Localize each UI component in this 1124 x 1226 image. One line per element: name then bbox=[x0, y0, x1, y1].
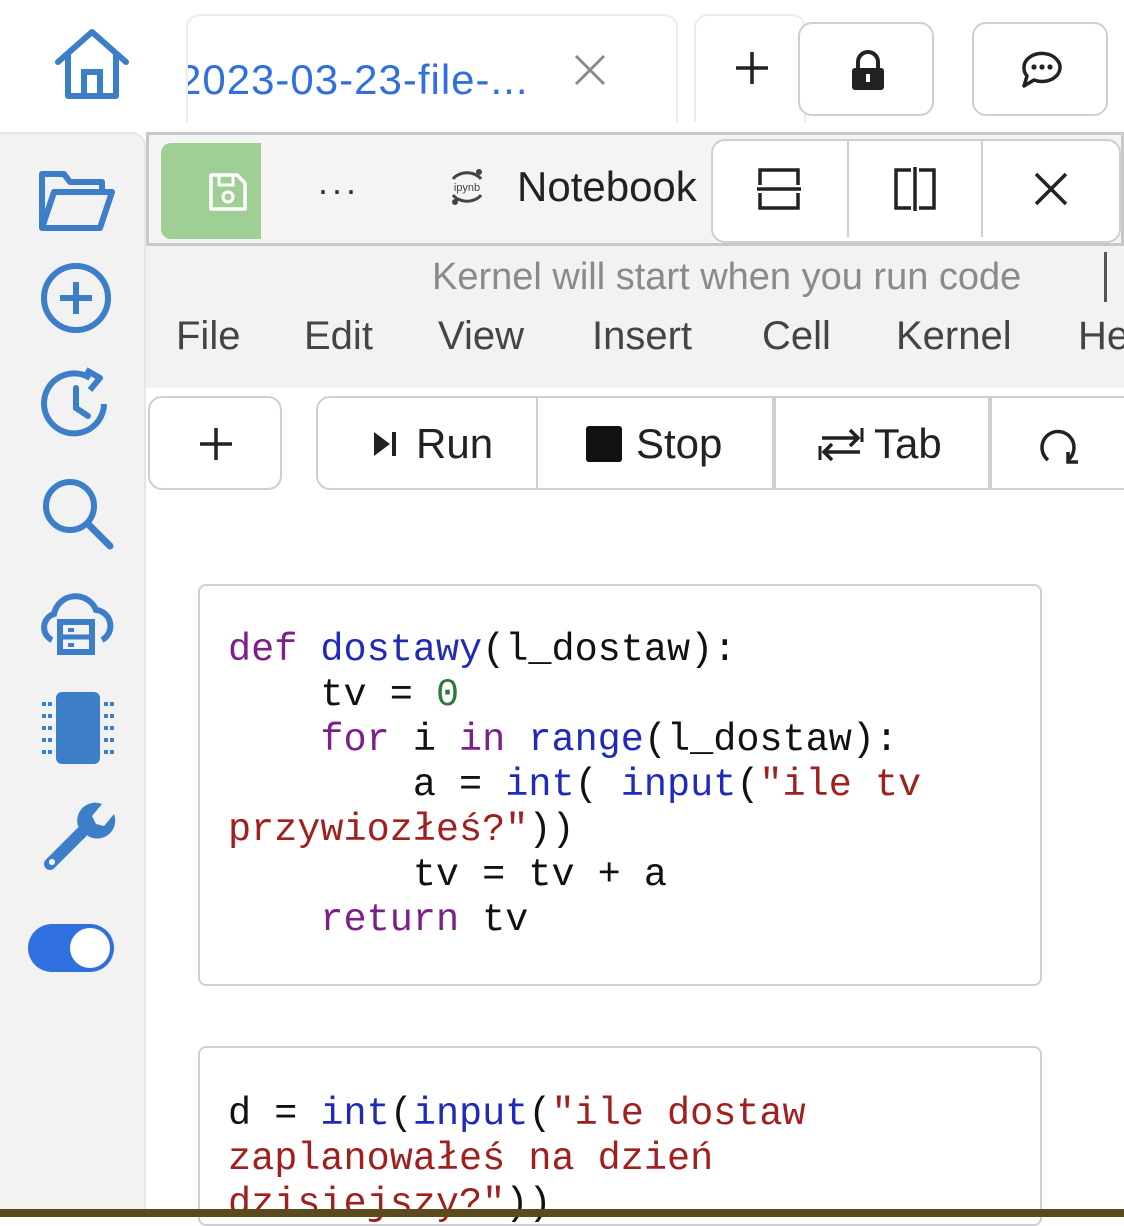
folder-open-icon[interactable] bbox=[38, 158, 116, 236]
svg-text:ipynb: ipynb bbox=[454, 182, 480, 194]
restart-icon bbox=[1040, 429, 1078, 464]
close-icon[interactable] bbox=[572, 52, 608, 88]
window-bottom-edge bbox=[0, 1209, 1124, 1217]
menu-area: Kernel will start when you run code File… bbox=[146, 246, 1124, 388]
tab-arrows-icon bbox=[818, 428, 864, 462]
tab-notebook-file[interactable]: 2023-03-23-file-... bbox=[186, 14, 678, 122]
history-icon[interactable] bbox=[38, 366, 116, 444]
stop-button[interactable]: Stop bbox=[538, 396, 774, 490]
chat-button[interactable] bbox=[972, 22, 1108, 116]
code-cell[interactable]: def dostawy(l_dostaw): tv = 0 for i in r… bbox=[198, 584, 1042, 986]
split-vertical-icon bbox=[894, 167, 936, 211]
cursor-divider bbox=[1104, 252, 1107, 302]
menu-kernel[interactable]: Kernel bbox=[896, 314, 1012, 359]
chat-icon bbox=[1022, 51, 1062, 88]
tab-title: 2023-03-23-file-... bbox=[186, 56, 529, 103]
tab-button[interactable]: Tab bbox=[774, 396, 990, 490]
menu-edit[interactable]: Edit bbox=[304, 314, 373, 359]
split-horizontal-icon bbox=[757, 168, 801, 210]
tab-label: Tab bbox=[874, 420, 942, 467]
menu-file[interactable]: File bbox=[176, 314, 240, 359]
plus-icon bbox=[200, 428, 232, 460]
theme-toggle[interactable] bbox=[28, 924, 114, 972]
wrench-icon[interactable] bbox=[38, 796, 116, 874]
stop-label: Stop bbox=[636, 420, 723, 467]
view-button-group bbox=[711, 139, 1121, 243]
run-icon bbox=[374, 432, 396, 456]
toggle-knob bbox=[70, 928, 110, 968]
home-icon[interactable] bbox=[52, 26, 132, 102]
lock-icon bbox=[852, 50, 884, 90]
kernel-status: Kernel will start when you run code bbox=[432, 256, 1022, 298]
save-icon bbox=[209, 173, 247, 211]
stop-icon bbox=[586, 426, 622, 462]
code-cell[interactable]: d = int(input("ile dostaw zaplanowałeś n… bbox=[198, 1046, 1042, 1226]
new-tab-button[interactable] bbox=[694, 14, 806, 122]
notebook-toolbar: ··· ipynb Notebook bbox=[146, 132, 1124, 246]
notebook-label: Notebook bbox=[517, 163, 697, 210]
search-icon[interactable] bbox=[38, 474, 116, 552]
run-button[interactable]: Run bbox=[316, 396, 538, 490]
add-cell-button[interactable] bbox=[148, 396, 282, 490]
menu-view[interactable]: View bbox=[438, 314, 524, 359]
split-vertical-button[interactable] bbox=[847, 141, 983, 237]
add-circle-icon[interactable] bbox=[38, 258, 116, 336]
more-button[interactable]: ··· bbox=[317, 169, 359, 211]
split-horizontal-button[interactable] bbox=[713, 141, 847, 237]
menu-help[interactable]: He bbox=[1078, 314, 1124, 359]
close-panel-button[interactable] bbox=[981, 141, 1117, 237]
code-content[interactable]: def dostawy(l_dostaw): tv = 0 for i in r… bbox=[228, 628, 921, 943]
sidebar bbox=[0, 132, 146, 1212]
close-icon bbox=[1034, 172, 1068, 206]
restart-button[interactable] bbox=[990, 396, 1124, 490]
lock-button[interactable] bbox=[798, 22, 934, 116]
menu-cell[interactable]: Cell bbox=[762, 314, 831, 359]
run-label: Run bbox=[416, 420, 494, 467]
plus-icon bbox=[734, 50, 770, 86]
save-button[interactable] bbox=[161, 143, 261, 239]
chip-icon[interactable] bbox=[38, 690, 116, 768]
menu-insert[interactable]: Insert bbox=[592, 314, 692, 359]
ipynb-icon: ipynb bbox=[445, 165, 489, 209]
cloud-storage-icon[interactable] bbox=[38, 584, 116, 662]
code-content[interactable]: d = int(input("ile dostaw zaplanowałeś n… bbox=[228, 1092, 806, 1224]
